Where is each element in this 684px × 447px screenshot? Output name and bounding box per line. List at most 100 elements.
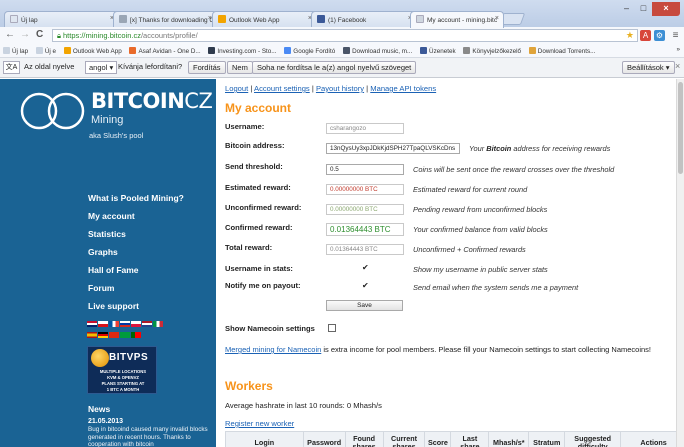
- flag-en-icon[interactable]: [87, 321, 97, 327]
- flag-nl-icon[interactable]: [142, 321, 152, 327]
- bitvps-banner[interactable]: BITVPS MULTIPLE LOCATIONS KVM & OPENVZ P…: [87, 346, 157, 394]
- close-icon[interactable]: ×: [675, 61, 680, 74]
- scrollbar-thumb[interactable]: [678, 82, 683, 174]
- account-links: Logout | Account settings | Payout histo…: [225, 84, 437, 93]
- bookmark-messages[interactable]: Üzenetek: [420, 47, 456, 55]
- language-select[interactable]: angol ▾: [85, 61, 118, 74]
- bookmark-new-e[interactable]: Új e: [35, 47, 56, 55]
- payout-history-link[interactable]: Payout history: [316, 84, 364, 93]
- flag-cz-icon[interactable]: [98, 321, 108, 327]
- minimize-icon[interactable]: –: [618, 2, 635, 16]
- table-header-row: Login Password Found shares Current shar…: [225, 431, 684, 447]
- col-actions: Actions: [620, 431, 684, 447]
- col-mhash: Mhash/s*: [488, 431, 530, 447]
- register-worker-link[interactable]: Register new worker: [225, 419, 294, 428]
- translate-options-button[interactable]: Beállítások ▾: [622, 61, 675, 74]
- logo-icon: [20, 92, 85, 130]
- never-translate-button[interactable]: Soha ne fordítsa le a(z) angol nyelvű sz…: [252, 61, 417, 74]
- bookmark-label: Investing.com - Sto...: [217, 48, 277, 55]
- tab-thanks-download[interactable]: [x] Thanks for downloading C ×: [113, 11, 217, 27]
- ad-line: MULTIPLE LOCATIONS: [99, 369, 147, 374]
- nav-my-account[interactable]: My account: [88, 211, 184, 229]
- bookmark-new-tab[interactable]: Új lap: [3, 47, 28, 55]
- flag-cn-icon[interactable]: [109, 332, 119, 338]
- translate-bar: 文A Az oldal nyelve angol ▾ Kívánja lefor…: [0, 58, 684, 78]
- bitcoin-address-label: Bitcoin address:: [225, 141, 285, 150]
- flag-fr-icon[interactable]: [109, 321, 119, 327]
- close-tab-icon[interactable]: ×: [495, 15, 499, 22]
- bookmark-star-icon[interactable]: ★: [626, 30, 634, 41]
- translate-button[interactable]: Fordítás: [188, 61, 226, 74]
- logo-title-cz: CZ: [184, 89, 213, 113]
- no-translate-button[interactable]: Nem: [227, 61, 253, 74]
- nav-live-support[interactable]: Live support: [88, 301, 184, 319]
- bookmark-download-music[interactable]: Download music, m...: [343, 47, 412, 55]
- menu-icon[interactable]: ≡: [670, 30, 681, 41]
- nav-hall-of-fame[interactable]: Hall of Fame: [88, 265, 184, 283]
- window-controls: – □ ×: [618, 2, 680, 16]
- extension-icon[interactable]: ⚙: [654, 30, 665, 41]
- logout-link[interactable]: Logout: [225, 84, 248, 93]
- extension-icon[interactable]: A: [640, 30, 651, 41]
- address-toolbar: ← → C 🔒︎ https://mining.bitcoin.cz/accoun…: [0, 27, 684, 44]
- maximize-icon[interactable]: □: [635, 2, 652, 16]
- tab-my-account[interactable]: My account - mining.bitc ×: [410, 11, 504, 28]
- tab-outlook[interactable]: Outlook Web App ×: [212, 11, 317, 27]
- flag-br-icon[interactable]: [120, 332, 130, 338]
- ad-title: BITVPS: [109, 352, 149, 363]
- flag-de-icon[interactable]: [98, 332, 108, 338]
- nav-forum[interactable]: Forum: [88, 283, 184, 301]
- nav-statistics[interactable]: Statistics: [88, 229, 184, 247]
- news-heading: News: [88, 404, 111, 414]
- estimated-reward-value: 0.00000000 BTC: [326, 184, 404, 195]
- col-current-shares: Current shares: [382, 431, 426, 447]
- send-threshold-input[interactable]: 0.5: [326, 164, 404, 175]
- page-icon: [416, 15, 424, 23]
- star-icon: [463, 47, 471, 54]
- confirmed-reward-label: Confirmed reward:: [225, 223, 293, 232]
- flag-es-icon[interactable]: [87, 332, 97, 338]
- reload-icon[interactable]: C: [36, 29, 43, 41]
- username-in-stats-label: Username in stats:: [225, 264, 293, 273]
- address-bar[interactable]: 🔒︎ https://mining.bitcoin.cz/accounts/pro…: [52, 29, 638, 42]
- back-icon[interactable]: ←: [5, 29, 15, 41]
- bookmark-label: Google Fordító: [293, 48, 336, 55]
- flag-it-icon[interactable]: [153, 321, 163, 327]
- nav-graphs[interactable]: Graphs: [88, 247, 184, 265]
- manage-api-tokens-link[interactable]: Manage API tokens: [370, 84, 436, 93]
- nav-what-is-pooled-mining[interactable]: What is Pooled Mining?: [88, 193, 184, 211]
- bookmark-manager[interactable]: Könyvjelzőkezelő: [463, 47, 521, 55]
- bookmark-outlook[interactable]: Outlook Web App: [63, 47, 122, 55]
- flag-ru-icon[interactable]: [120, 321, 130, 327]
- more-bookmarks-icon[interactable]: »: [676, 46, 680, 53]
- bookmark-label: Download music, m...: [352, 48, 413, 55]
- account-settings-link[interactable]: Account settings: [254, 84, 310, 93]
- forward-icon[interactable]: →: [20, 29, 30, 41]
- tab-new-tab[interactable]: Új lap ×: [4, 11, 119, 27]
- namecoin-info: Merged mining for Namecoin is extra inco…: [225, 345, 651, 354]
- send-threshold-label: Send threshold:: [225, 162, 283, 171]
- desc-bold: Bitcoin: [486, 144, 512, 153]
- col-suggested-difficulty: Suggested difficulty: [564, 431, 622, 447]
- namecoin-settings-checkbox[interactable]: [328, 324, 336, 332]
- username-label: Username:: [225, 122, 265, 131]
- merged-mining-link[interactable]: Merged mining for Namecoin: [225, 345, 321, 354]
- save-button[interactable]: Save: [326, 300, 403, 311]
- bitcoin-address-input[interactable]: 13nQysUy3xpJDkKjdSPH27TpaQLVSKcDns: [326, 143, 460, 154]
- tab-facebook[interactable]: (1) Facebook×: [311, 11, 417, 27]
- bookmark-asaf-avidan[interactable]: Asaf Avidan - One D...: [129, 47, 201, 55]
- ad-line: PLANS STARTING AT: [101, 381, 145, 386]
- confirmed-reward-desc: Your confirmed balance from valid blocks: [413, 225, 548, 234]
- username-in-stats-checkbox[interactable]: ✔: [362, 264, 370, 272]
- page-scrollbar[interactable]: [676, 79, 684, 447]
- flag-pl-icon[interactable]: [131, 321, 141, 327]
- close-window-icon[interactable]: ×: [652, 2, 680, 16]
- flag-pt-icon[interactable]: [131, 332, 141, 338]
- translate-icon: 文A: [3, 61, 20, 74]
- bookmark-google-translate[interactable]: Google Fordító: [284, 47, 335, 55]
- total-reward-value: 0.01364443 BTC: [326, 244, 404, 255]
- bookmark-download-torrents[interactable]: Download Torrents...: [528, 47, 596, 55]
- notify-payout-checkbox[interactable]: ✔: [362, 282, 370, 290]
- bookmark-label: Download Torrents...: [537, 48, 596, 55]
- bookmark-investing[interactable]: Investing.com - Sto...: [208, 47, 277, 55]
